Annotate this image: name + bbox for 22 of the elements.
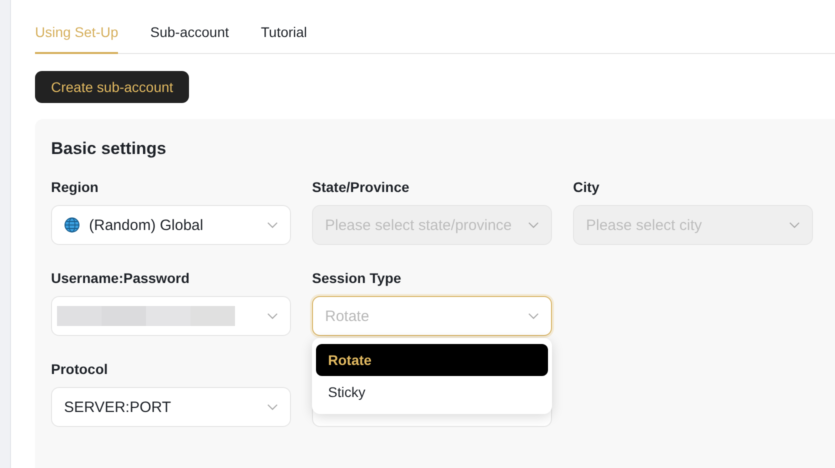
section-title: Basic settings [51, 139, 168, 159]
chevron-down-icon [267, 403, 278, 411]
field-label: Session Type [312, 270, 402, 288]
field-label: State/Province [312, 179, 410, 197]
chevron-down-icon [789, 221, 800, 229]
globe-icon [64, 217, 80, 233]
select-field[interactable]: SERVER:PORT [51, 387, 291, 427]
create-sub-account-button[interactable]: Create sub-account [35, 71, 190, 103]
dropdown-option[interactable]: Rotate [316, 344, 548, 376]
chevron-down-icon [267, 221, 278, 229]
field-label: Username:Password [51, 270, 191, 288]
chevron-down-icon [267, 312, 278, 320]
dropdown-option[interactable]: Sticky [316, 376, 548, 408]
chevron-down-icon [528, 312, 539, 320]
field-label: Protocol [51, 361, 109, 379]
tab[interactable]: Tutorial [260, 24, 308, 54]
chevron-down-icon [528, 221, 539, 229]
select-field[interactable]: (Random) Global [51, 205, 291, 245]
select-field[interactable] [51, 296, 291, 336]
field-label: Region [51, 179, 100, 197]
tab[interactable]: Sub-account [150, 24, 229, 54]
field-label: City [573, 179, 600, 197]
